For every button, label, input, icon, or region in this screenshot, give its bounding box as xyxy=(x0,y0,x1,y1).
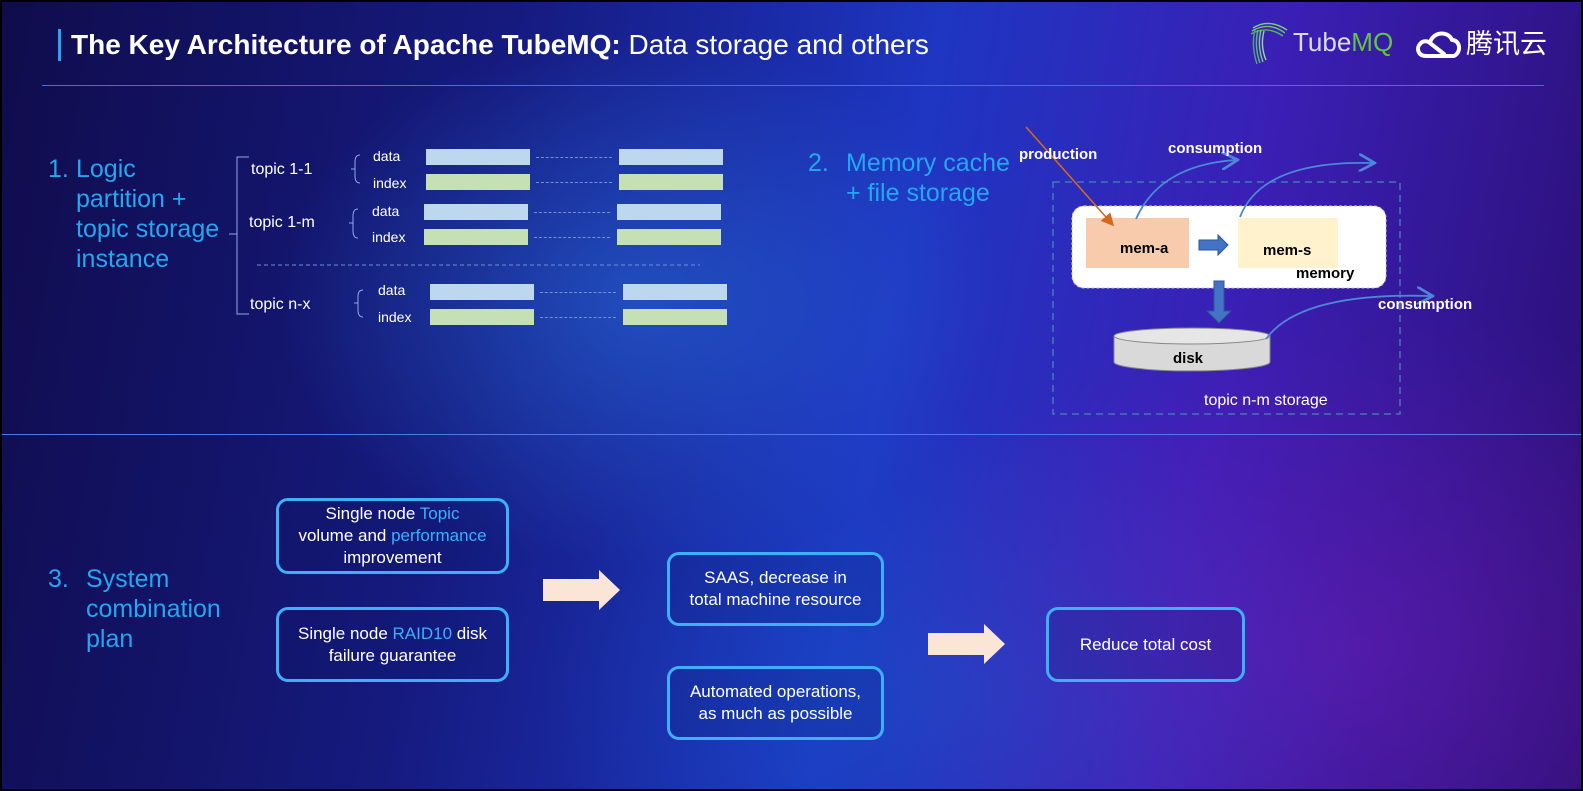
box-text: disk xyxy=(452,623,488,643)
box-highlight: RAID10 xyxy=(392,623,453,643)
right-arrow-icon xyxy=(543,570,620,610)
section2-diagram xyxy=(1025,126,1583,415)
production-arrow xyxy=(1025,126,1115,227)
mem-a-label: mem-a xyxy=(1120,240,1169,257)
box-text: total machine resource xyxy=(689,590,862,609)
box-text: SAAS, decrease in xyxy=(704,568,847,587)
box-highlight: performance xyxy=(391,526,487,545)
storage-label: topic n-m storage xyxy=(1204,392,1328,409)
reduce-cost-box: Reduce total cost xyxy=(1046,607,1245,682)
box-text: Reduce total cost xyxy=(1079,634,1212,654)
slide: The Key Architecture of Apache TubeMQ: D… xyxy=(0,0,1583,791)
box-text: as much as possible xyxy=(698,704,853,723)
box-text: Single node xyxy=(297,623,393,643)
box-text: Single node xyxy=(325,504,420,523)
disk-label: disk xyxy=(1173,350,1204,367)
consumption-label: consumption xyxy=(1378,296,1473,313)
mem-s-label: mem-s xyxy=(1263,242,1312,259)
box-text: failure guarantee xyxy=(328,645,457,665)
saas-box: SAAS, decrease in total machine resource xyxy=(667,552,884,626)
section3-title: 3. System combination plan xyxy=(48,564,221,654)
section-divider xyxy=(2,434,1581,435)
box-highlight: Topic xyxy=(419,504,460,523)
section3-number: 3. xyxy=(48,565,69,593)
section3-title-line: combination xyxy=(86,595,221,623)
section3-title-line: System xyxy=(86,565,170,593)
topic-performance-box: Single node Topic volume and performance… xyxy=(276,498,509,574)
box-text: Automated operations, xyxy=(689,682,862,701)
box-text: volume and xyxy=(298,526,392,545)
right-arrow-icon xyxy=(928,624,1005,664)
memory-label: memory xyxy=(1296,265,1355,282)
consumption-label: consumption xyxy=(1168,140,1263,157)
production-label: production xyxy=(1019,146,1098,163)
box-text: improvement xyxy=(343,548,442,567)
section3-title-line: plan xyxy=(86,625,134,653)
automated-operations-box: Automated operations, as much as possibl… xyxy=(667,666,884,740)
raid10-box: Single node RAID10 disk failure guarante… xyxy=(276,607,509,682)
